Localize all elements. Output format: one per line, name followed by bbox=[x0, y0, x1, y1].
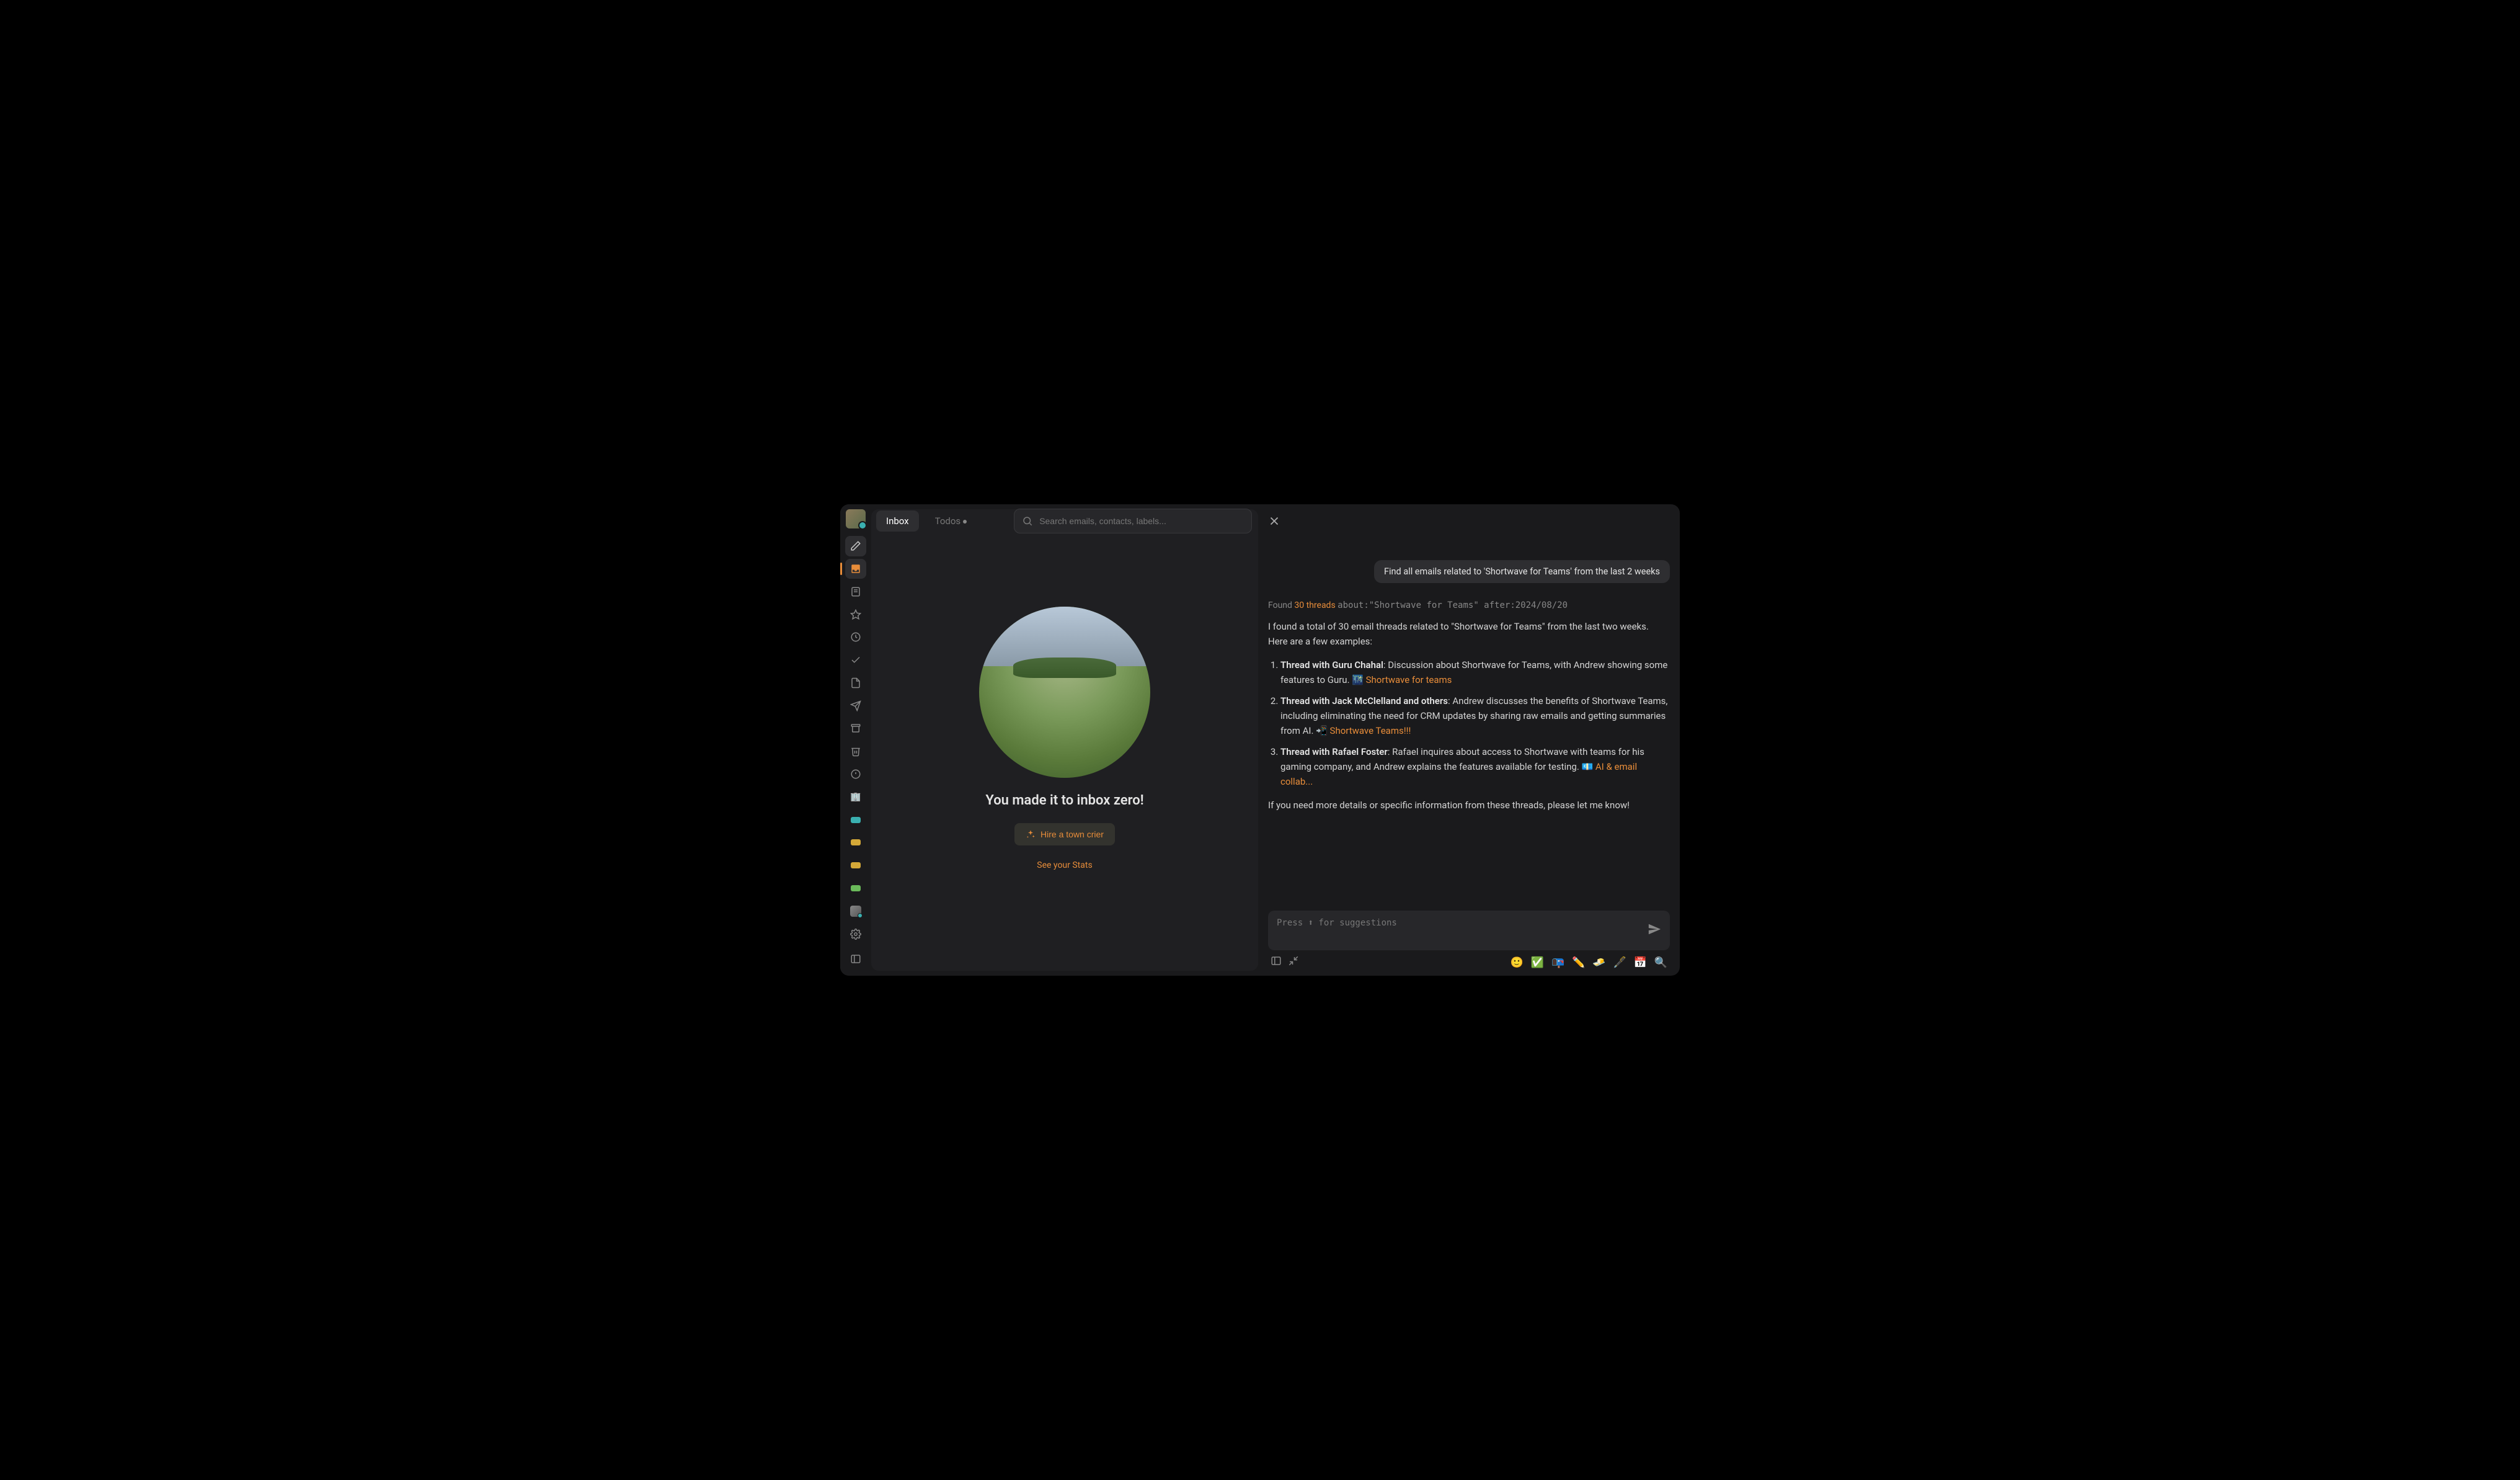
close-button[interactable] bbox=[1263, 510, 1285, 532]
item-title: Thread with Guru Chahal bbox=[1280, 659, 1383, 671]
sidebar-starred[interactable] bbox=[845, 604, 866, 625]
tab-inbox[interactable]: Inbox bbox=[876, 510, 919, 532]
inbox-zero-image bbox=[979, 607, 1150, 778]
archive-icon bbox=[850, 723, 861, 734]
sidebar-inbox[interactable] bbox=[845, 559, 866, 579]
todos-dot-icon bbox=[963, 520, 967, 524]
response-intro: I found a total of 30 email threads rela… bbox=[1268, 619, 1670, 649]
sidebar-archive[interactable] bbox=[845, 718, 866, 739]
hire-button-label: Hire a town crier bbox=[1040, 829, 1104, 839]
found-prefix: Found bbox=[1268, 600, 1294, 610]
send-icon bbox=[850, 700, 861, 711]
sidebar-label-yellow1[interactable] bbox=[845, 832, 866, 853]
label-pill-icon bbox=[851, 885, 861, 891]
found-summary: Found 30 threads about:"Shortwave for Te… bbox=[1268, 600, 1670, 610]
sidebar: 🏢 bbox=[840, 504, 871, 976]
hire-town-crier-button[interactable]: Hire a town crier bbox=[1014, 823, 1115, 845]
user-query-bubble: Find all emails related to 'Shortwave fo… bbox=[1374, 560, 1670, 583]
search-box[interactable] bbox=[1014, 509, 1252, 533]
sidebar-notes[interactable] bbox=[845, 581, 866, 602]
sidebar-done[interactable] bbox=[845, 650, 866, 671]
note-icon bbox=[850, 586, 861, 597]
settings-button[interactable] bbox=[845, 924, 866, 945]
emoji-bar: 🙂 ✅ 📭 ✏️ 🧈 🖋️ 📅 🔍 bbox=[1268, 950, 1670, 970]
panel-icon bbox=[850, 953, 861, 965]
inbox-zero-area: You made it to inbox zero! Hire a town c… bbox=[871, 543, 1258, 971]
label-pill-icon bbox=[851, 817, 861, 823]
panel-toggle-button[interactable] bbox=[1271, 955, 1282, 970]
panel-left-icon bbox=[1271, 955, 1282, 966]
sidebar-contact[interactable] bbox=[845, 901, 866, 921]
sidebar-snoozed[interactable] bbox=[845, 627, 866, 648]
drafts-icon bbox=[850, 677, 861, 689]
emoji-check[interactable]: ✅ bbox=[1531, 956, 1544, 969]
thread-link[interactable]: Shortwave Teams!!! bbox=[1330, 725, 1411, 736]
check-icon bbox=[850, 654, 861, 666]
compose-button[interactable] bbox=[845, 536, 866, 556]
label-pill-icon bbox=[851, 839, 861, 845]
emoji-smile[interactable]: 🙂 bbox=[1511, 956, 1524, 969]
send-button[interactable] bbox=[1648, 922, 1661, 938]
gear-icon bbox=[850, 929, 861, 940]
label-pill-icon bbox=[851, 862, 861, 868]
sidebar-label-teal[interactable] bbox=[845, 809, 866, 830]
inbox-zero-title: You made it to inbox zero! bbox=[985, 793, 1143, 808]
item-title: Thread with Rafael Foster bbox=[1280, 746, 1388, 757]
response-item: Thread with Rafael Foster: Rafael inquir… bbox=[1280, 744, 1670, 789]
response-outro: If you need more details or specific inf… bbox=[1268, 798, 1670, 813]
close-icon bbox=[1267, 514, 1281, 528]
main-panel: You made it to inbox zero! Hire a town c… bbox=[871, 509, 1258, 971]
sidebar-drafts[interactable] bbox=[845, 673, 866, 693]
trash-icon bbox=[850, 746, 861, 757]
pencil-icon bbox=[850, 540, 861, 551]
collapse-sidebar-button[interactable] bbox=[845, 948, 866, 970]
thread-link[interactable]: Shortwave for teams bbox=[1366, 674, 1452, 685]
clock-icon bbox=[850, 631, 861, 643]
sidebar-label-building[interactable]: 🏢 bbox=[845, 787, 866, 807]
tab-todos[interactable]: Todos bbox=[925, 510, 977, 532]
response-item: Thread with Jack McClelland and others: … bbox=[1280, 693, 1670, 738]
search-input[interactable] bbox=[1039, 516, 1244, 526]
chat-input-area[interactable] bbox=[1268, 911, 1670, 950]
search-icon bbox=[1022, 515, 1033, 527]
found-query-text: about:"Shortwave for Teams" after:2024/0… bbox=[1338, 600, 1568, 610]
emoji-butter[interactable]: 🧈 bbox=[1592, 956, 1605, 969]
top-bar: Inbox Todos bbox=[871, 504, 1680, 538]
sidebar-label-yellow2[interactable] bbox=[845, 855, 866, 876]
emoji-pencil[interactable]: ✏️ bbox=[1572, 956, 1585, 969]
item-title: Thread with Jack McClelland and others bbox=[1280, 695, 1448, 707]
star-icon bbox=[850, 609, 861, 620]
response-list: Thread with Guru Chahal: Discussion abou… bbox=[1280, 658, 1670, 789]
sparkle-icon bbox=[1026, 829, 1036, 839]
emoji-mailbox[interactable]: 📭 bbox=[1551, 956, 1564, 969]
contact-avatar-icon bbox=[850, 906, 861, 917]
collapse-button[interactable] bbox=[1288, 955, 1299, 970]
tab-todos-label: Todos bbox=[935, 515, 961, 527]
sidebar-sent[interactable] bbox=[845, 695, 866, 716]
ai-response: I found a total of 30 email threads rela… bbox=[1268, 619, 1670, 813]
chat-input[interactable] bbox=[1277, 918, 1648, 938]
inbox-icon bbox=[850, 563, 861, 574]
avatar[interactable] bbox=[846, 509, 866, 528]
response-item: Thread with Guru Chahal: Discussion abou… bbox=[1280, 658, 1670, 687]
alert-icon bbox=[850, 769, 861, 780]
emoji-pen[interactable]: 🖋️ bbox=[1613, 956, 1626, 969]
sidebar-trash[interactable] bbox=[845, 741, 866, 762]
chat-panel: Find all emails related to 'Shortwave fo… bbox=[1258, 504, 1680, 976]
found-count[interactable]: 30 threads bbox=[1294, 600, 1335, 610]
see-stats-link[interactable]: See your Stats bbox=[1037, 860, 1092, 870]
app-window: Inbox Todos bbox=[840, 504, 1680, 976]
emoji-calendar[interactable]: 📅 bbox=[1634, 956, 1647, 969]
sidebar-label-green[interactable] bbox=[845, 878, 866, 899]
send-icon bbox=[1648, 922, 1661, 936]
sidebar-spam[interactable] bbox=[845, 764, 866, 785]
collapse-icon bbox=[1288, 955, 1299, 966]
emoji-search[interactable]: 🔍 bbox=[1654, 956, 1667, 969]
